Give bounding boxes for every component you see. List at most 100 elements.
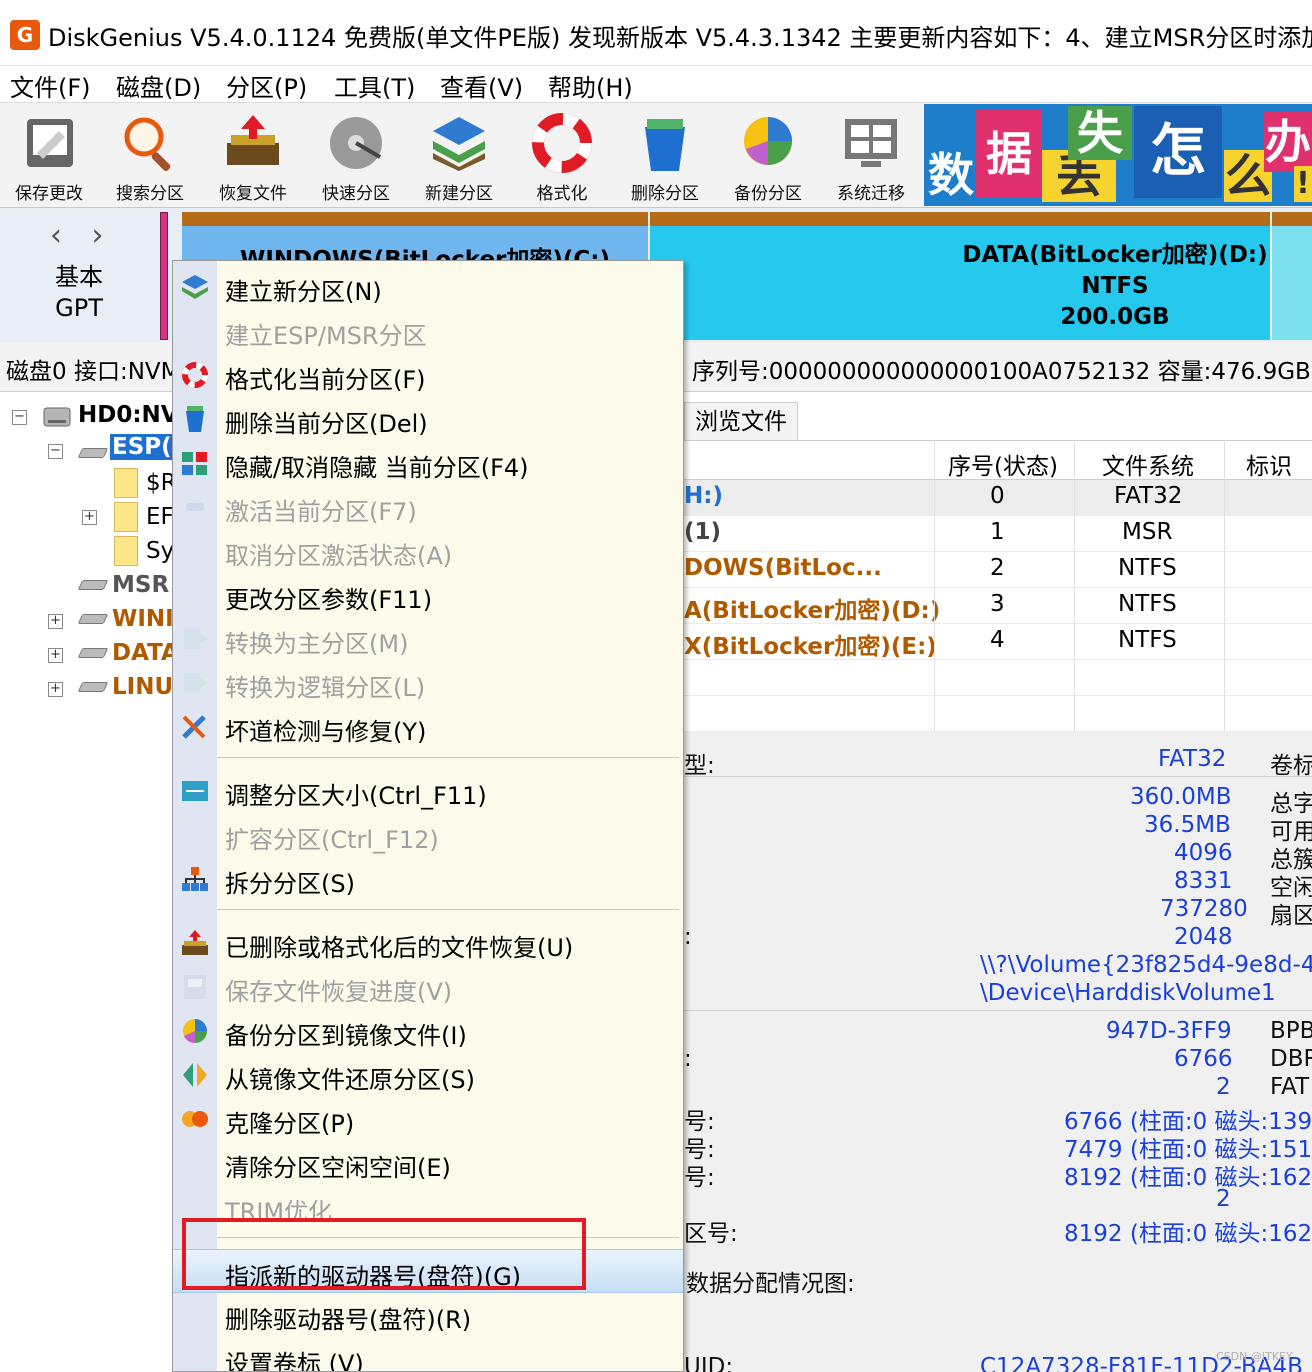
table-row[interactable]: (1) 1 MSR — [684, 516, 1312, 552]
partition-name: H:) — [684, 483, 723, 509]
partition-index: 2 — [990, 555, 1005, 581]
tree-partition-data[interactable]: DATA — [112, 640, 179, 666]
app-logo-icon: G — [10, 20, 40, 50]
tree-partition-windows[interactable]: WINI — [112, 606, 174, 632]
context-menu-item[interactable]: 建立新分区(N) — [173, 265, 683, 309]
column-header-id[interactable]: 标识 — [1246, 447, 1292, 481]
tab-browse-files[interactable]: 浏览文件 — [684, 402, 798, 440]
toolbar-quick-partition-button[interactable]: 快速分区 — [307, 103, 405, 209]
detail-device-path: \Device\HarddiskVolume1 — [980, 980, 1276, 1006]
context-menu-item[interactable]: 已删除或格式化后的文件恢复(U) — [173, 921, 683, 965]
table-row[interactable]: A(BitLocker加密)(D:) 3 NTFS — [684, 588, 1312, 624]
context-menu-item[interactable]: 克隆分区(P) — [173, 1097, 683, 1141]
context-menu-item[interactable]: 拆分分区(S) — [173, 857, 683, 901]
context-menu-item[interactable]: 格式化当前分区(F) — [173, 353, 683, 397]
context-menu-item[interactable]: 坏道检测与修复(Y) — [173, 705, 683, 749]
context-menu-item[interactable]: 保存文件恢复进度(V) — [173, 965, 683, 1009]
partition-name: (1) — [684, 519, 722, 545]
menu-file[interactable]: 文件(F) — [10, 68, 91, 103]
collapse-icon[interactable]: − — [12, 410, 27, 425]
context-menu-item-label: 调整分区大小(Ctrl_F11) — [225, 782, 487, 810]
toolbar-backup-partition-button[interactable]: 备份分区 — [719, 103, 817, 209]
file-recover-icon — [180, 929, 210, 957]
ad-banner[interactable]: 数 据 丢 失 怎 么 办 ! — [924, 104, 1312, 206]
context-menu-item[interactable]: 清除分区空闲空间(E) — [173, 1141, 683, 1185]
detail-value: 8331 — [1174, 868, 1233, 894]
context-menu-item[interactable]: 更改分区参数(F11) — [173, 573, 683, 617]
tree-folder[interactable]: EF — [146, 504, 174, 530]
detail-guid-label: UID: — [684, 1354, 734, 1372]
menu-tools[interactable]: 工具(T) — [334, 68, 415, 103]
context-menu-item[interactable]: 调整分区大小(Ctrl_F11) — [173, 769, 683, 813]
partition-d-label: DATA(BitLocker加密)(D:) NTFS 200.0GB — [940, 240, 1290, 333]
detail-value: 2048 — [1174, 924, 1233, 950]
tree-partition-msr[interactable]: MSR — [112, 572, 169, 598]
partition-icon — [77, 580, 109, 590]
tree-disk-hd0[interactable]: HD0:NV — [78, 402, 179, 428]
table-row[interactable]: X(BitLocker加密)(E:) 4 NTFS — [684, 624, 1312, 660]
context-menu-item-label: 清除分区空闲空间(E) — [225, 1154, 451, 1182]
context-menu-item[interactable]: 取消分区激活状态(A) — [173, 529, 683, 573]
context-menu-item[interactable]: 转换为主分区(M) — [173, 617, 683, 661]
context-menu-item-label: 坏道检测与修复(Y) — [225, 718, 427, 746]
expand-icon[interactable]: + — [48, 682, 63, 697]
toolbar-save-button[interactable]: 保存更改 — [0, 103, 98, 209]
tree-partition-linux[interactable]: LINU — [112, 674, 173, 700]
tree-partition-esp[interactable]: ESP( — [110, 434, 174, 460]
menu-partition[interactable]: 分区(P) — [226, 68, 307, 103]
toolbar-label: 搜索分区 — [116, 184, 184, 204]
menu-disk[interactable]: 磁盘(D) — [116, 68, 201, 103]
divider — [684, 1010, 1312, 1011]
column-header-filesystem[interactable]: 文件系统 — [1102, 447, 1194, 481]
format-icon — [180, 361, 210, 389]
context-menu-item[interactable]: 删除当前分区(Del) — [173, 397, 683, 441]
context-menu-item[interactable]: 删除驱动器号(盘符)(R) — [173, 1293, 683, 1337]
toolbar-format-button[interactable]: 格式化 — [513, 103, 611, 209]
toolbar-search-partition-button[interactable]: 搜索分区 — [101, 103, 199, 209]
expand-icon[interactable]: + — [48, 648, 63, 663]
detail-value: 360.0MB — [1130, 784, 1232, 810]
banner-char: ! — [1294, 166, 1312, 202]
table-row[interactable]: H:) 0 FAT32 — [684, 480, 1312, 516]
expand-icon[interactable]: + — [48, 614, 63, 629]
menu-view[interactable]: 查看(V) — [440, 68, 523, 103]
partition-fs: NTFS — [1118, 591, 1177, 617]
table-row[interactable]: DOWS(BitLoc... 2 NTFS — [684, 552, 1312, 588]
esp-partition-strip[interactable] — [160, 212, 168, 340]
hide-icon — [180, 449, 210, 477]
context-menu-item-label: 激活当前分区(F7) — [225, 498, 417, 526]
context-menu-item[interactable]: 设置卷标 (V) — [173, 1337, 683, 1372]
collapse-icon[interactable]: − — [48, 444, 63, 459]
context-menu-item[interactable]: 备份分区到镜像文件(I) — [173, 1009, 683, 1053]
table-row — [684, 660, 1312, 696]
context-menu-item[interactable]: 激活当前分区(F7) — [173, 485, 683, 529]
expand-icon[interactable]: + — [82, 510, 97, 525]
context-menu-item[interactable]: 隐藏/取消隐藏 当前分区(F4) — [173, 441, 683, 485]
menu-help[interactable]: 帮助(H) — [548, 68, 633, 103]
convert-primary-icon — [180, 625, 210, 653]
toolbar-system-migrate-button[interactable]: 系统迁移 — [822, 103, 920, 209]
context-menu-item-label: 已删除或格式化后的文件恢复(U) — [225, 934, 574, 962]
context-menu-item[interactable]: 扩容分区(Ctrl_F12) — [173, 813, 683, 857]
backup-image-icon — [180, 1017, 210, 1045]
partition-table-header: 序号(状态) 文件系统 标识 — [684, 440, 1312, 480]
tree-folder[interactable]: Sy — [146, 538, 174, 564]
context-menu-item-label: 转换为主分区(M) — [225, 630, 409, 658]
partition-fs: MSR — [1122, 519, 1173, 545]
partition-d-name: DATA(BitLocker加密)(D:) — [962, 242, 1268, 268]
trash-icon — [645, 119, 685, 171]
context-menu-item[interactable]: 从镜像文件还原分区(S) — [173, 1053, 683, 1097]
context-menu-item-label: 设置卷标 (V) — [225, 1350, 364, 1372]
toolbar-recover-files-button[interactable]: 恢复文件 — [204, 103, 302, 209]
toolbar-new-partition-button[interactable]: 新建分区 — [410, 103, 508, 209]
detail-volume-path: \\?\Volume{23f825d4-9e8d-4 — [980, 952, 1312, 978]
disk-nav-arrows[interactable]: ‹ › — [50, 218, 114, 253]
menu-separator — [217, 757, 679, 758]
toolbar-delete-partition-button[interactable]: 删除分区 — [616, 103, 714, 209]
toolbar-label: 备份分区 — [734, 184, 802, 204]
menu-bar: 文件(F) 磁盘(D) 分区(P) 工具(T) 查看(V) 帮助(H) — [0, 66, 1312, 102]
watermark: CSDN @ITKEY — [1216, 1350, 1293, 1363]
context-menu-item[interactable]: 建立ESP/MSR分区 — [173, 309, 683, 353]
column-header-index[interactable]: 序号(状态) — [948, 447, 1058, 481]
context-menu-item[interactable]: 转换为逻辑分区(L) — [173, 661, 683, 705]
